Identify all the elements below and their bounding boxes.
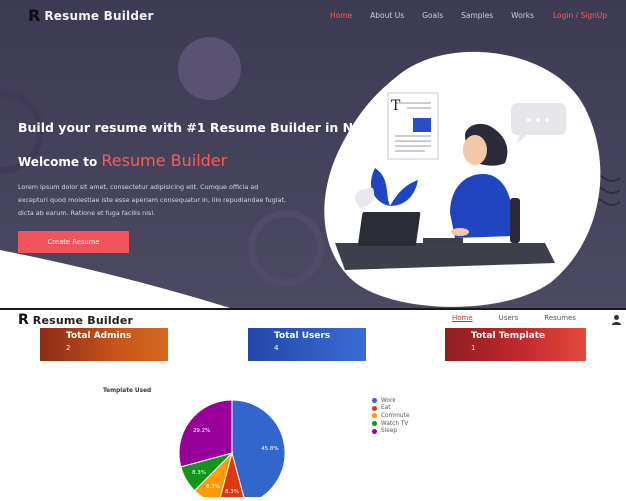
total-users-label: Total Users xyxy=(274,331,331,341)
pie-label-commute: 8.3% xyxy=(206,484,220,490)
legend-label: Work xyxy=(381,397,396,404)
logo-mark: R xyxy=(28,6,41,25)
nav-link-home[interactable]: Home xyxy=(330,11,352,20)
logo-mark: R xyxy=(18,312,29,328)
admin-dashboard: R Resume Builder Home Users Resumes Tota… xyxy=(0,308,626,501)
dashboard-brand-logo[interactable]: R Resume Builder xyxy=(18,313,133,327)
brand-logo[interactable]: R Resume Builder xyxy=(28,8,154,24)
legend-label: Watch TV xyxy=(381,420,409,427)
legend-item-watch-tv[interactable]: Watch TV xyxy=(372,420,409,428)
nav-link-works[interactable]: Works xyxy=(511,11,534,20)
hero-welcome: Welcome to Resume Builder xyxy=(18,151,227,170)
create-resume-button[interactable]: Create Resume xyxy=(18,231,129,253)
brand-name: Resume Builder xyxy=(44,9,154,23)
welcome-prefix: Welcome to xyxy=(18,155,102,169)
brand-name: Resume Builder xyxy=(32,313,134,327)
template-used-pie-chart: 45.8% 8.3% 8.3% 8.3% 29.2% xyxy=(178,399,286,497)
legend-label: Eat xyxy=(381,405,391,412)
legend-swatch xyxy=(372,405,377,411)
legend-item-sleep[interactable]: Sleep xyxy=(372,427,409,435)
welcome-accent: Resume Builder xyxy=(101,151,228,170)
total-admins-label: Total Admins xyxy=(66,331,132,341)
legend-label: Commute xyxy=(381,412,410,419)
nav-link-samples[interactable]: Samples xyxy=(461,11,493,20)
hero-title: Build your resume with #1 Resume Builder… xyxy=(18,120,384,135)
document-letter: T xyxy=(391,98,401,114)
pie-label-work: 45.8% xyxy=(261,446,278,452)
total-template-card: Total Template 1 xyxy=(445,328,586,361)
hero-illustration xyxy=(324,51,601,307)
legend-item-work[interactable]: Work xyxy=(372,397,409,405)
chart-title: Template Used xyxy=(103,388,152,394)
total-users-card: Total Users 4 xyxy=(248,328,366,361)
pie-label-eat: 8.3% xyxy=(225,489,239,495)
legend-item-commute[interactable]: Commute xyxy=(372,412,409,420)
nav-link-goals[interactable]: Goals xyxy=(422,11,443,20)
hero-description: Lorem ipsum dolor sit amet, consectetur … xyxy=(18,183,287,217)
dashboard-nav-users[interactable]: Users xyxy=(499,314,519,322)
pie-label-watch-tv: 8.3% xyxy=(192,470,206,476)
total-users-count: 4 xyxy=(274,344,279,352)
legend-swatch xyxy=(372,428,377,434)
chart-legend: Work Eat Commute Watch TV Sleep xyxy=(372,397,409,435)
total-admins-count: 2 xyxy=(66,344,71,352)
legend-swatch xyxy=(372,413,377,419)
dashboard-nav-resumes[interactable]: Resumes xyxy=(544,314,576,322)
dashboard-nav: Home Users Resumes xyxy=(452,314,602,322)
legend-swatch xyxy=(372,421,377,427)
landing-hero: R Resume Builder Home About Us Goals Sam… xyxy=(0,0,626,308)
total-admins-card: Total Admins 2 xyxy=(40,328,168,361)
dashboard-nav-home[interactable]: Home xyxy=(452,314,473,322)
pie-label-sleep: 29.2% xyxy=(193,428,210,434)
nav-links: Home About Us Goals Samples Works xyxy=(330,11,552,20)
legend-swatch xyxy=(372,398,377,404)
total-template-label: Total Template xyxy=(471,331,546,341)
top-navbar: R Resume Builder Home About Us Goals Sam… xyxy=(0,0,626,32)
nav-link-about-us[interactable]: About Us xyxy=(370,11,404,20)
login-signup-link[interactable]: Login / SignUp xyxy=(553,11,607,20)
divider xyxy=(0,308,626,310)
total-template-count: 1 xyxy=(471,344,476,352)
user-avatar-icon[interactable] xyxy=(611,314,622,325)
legend-label: Sleep xyxy=(381,428,398,435)
legend-item-eat[interactable]: Eat xyxy=(372,405,409,413)
document-letter-text: T xyxy=(391,98,401,114)
